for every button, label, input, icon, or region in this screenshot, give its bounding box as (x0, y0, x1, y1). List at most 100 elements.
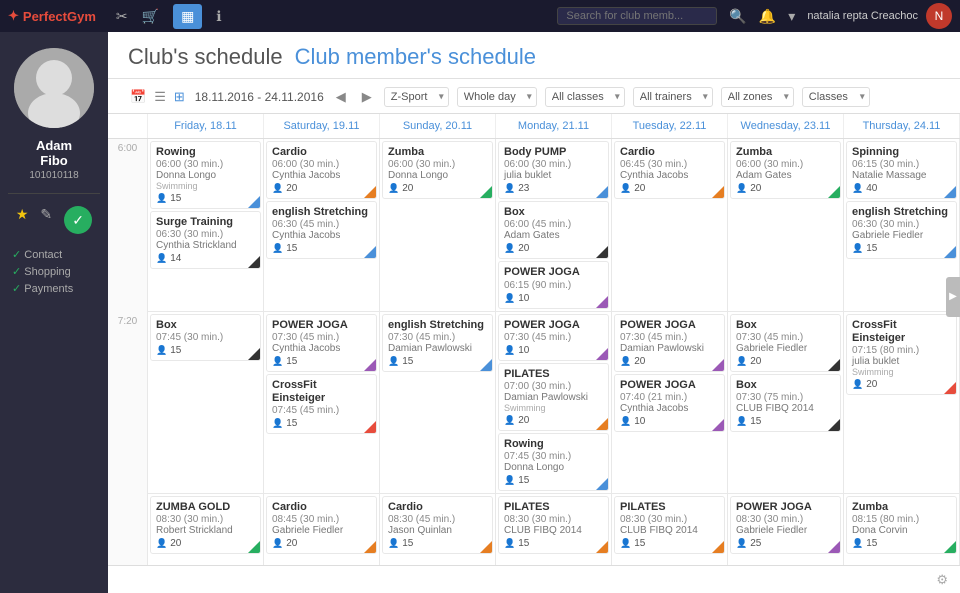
class-card[interactable]: Cardio 08:45 (30 min.) Gabriele Fiedler … (266, 496, 377, 554)
check-button[interactable]: ✓ (64, 206, 92, 234)
search-input[interactable] (557, 7, 717, 25)
day-header-tue[interactable]: Tuesday, 22.11 (612, 114, 728, 138)
class-time: 08:30 (30 min.) (504, 514, 603, 525)
class-card[interactable]: Spinning 06:15 (30 min.) Natalie Massage… (846, 141, 957, 199)
sidebar-link-contact[interactable]: Contact (12, 246, 96, 263)
trainers-filter[interactable]: All trainers (633, 87, 713, 107)
page-title: Club's schedule Club member's schedule (128, 44, 940, 70)
class-card[interactable]: Body PUMP 06:00 (30 min.) julia buklet 👤… (498, 141, 609, 199)
class-time: 06:00 (30 min.) (156, 159, 255, 170)
sidebar: AdamFibo 101010118 ★ ✎ ✓ Contact Shoppin… (0, 32, 108, 593)
zones-filter[interactable]: All zones (721, 87, 794, 107)
class-name: Box (736, 319, 835, 332)
class-card[interactable]: english Stretching 07:30 (45 min.) Damia… (382, 314, 493, 372)
class-card[interactable]: english Stretching 06:30 (45 min.) Cynth… (266, 201, 377, 259)
class-card[interactable]: CrossFit Einsteiger 07:15 (80 min.) juli… (846, 314, 957, 395)
person-icon: 👤 (852, 379, 863, 390)
class-name: Box (504, 206, 603, 219)
sport-filter[interactable]: Z-Sport (384, 87, 449, 107)
nav-info[interactable]: ℹ (216, 8, 221, 25)
person-icon: 👤 (272, 538, 283, 549)
class-spots: 👤 10 (504, 293, 603, 304)
class-card[interactable]: Rowing 07:45 (30 min.) Donna Longo 👤 15 (498, 433, 609, 491)
class-card[interactable]: Cardio 06:45 (30 min.) Cynthia Jacobs 👤 … (614, 141, 725, 199)
class-card[interactable]: Box 06:00 (45 min.) Adam Gates 👤 20 (498, 201, 609, 259)
class-card[interactable]: Rowing 06:00 (30 min.) Donna Longo Swimm… (150, 141, 261, 209)
class-name: POWER JOGA (272, 319, 371, 332)
day-header-sun[interactable]: Sunday, 20.11 (380, 114, 496, 138)
classes-filter[interactable]: All classes (545, 87, 625, 107)
calendar-view-icon[interactable]: 📅 (128, 87, 148, 107)
day-header-mon[interactable]: Monday, 21.11 (496, 114, 612, 138)
nav-scissors[interactable]: ✂ (116, 8, 128, 25)
time-header (108, 114, 148, 138)
settings-icon[interactable]: ⚙ (936, 572, 948, 588)
sidebar-link-shopping[interactable]: Shopping (12, 263, 96, 280)
class-name: Zumba (852, 501, 951, 514)
class-name: PILATES (504, 368, 603, 381)
day-header-wed[interactable]: Wednesday, 23.11 (728, 114, 844, 138)
class-card[interactable]: Box 07:30 (75 min.) CLUB FIBQ 2014 👤 15 (730, 374, 841, 432)
class-time: 07:30 (45 min.) (736, 332, 835, 343)
day-header-thu[interactable]: Thursday, 24.11 (844, 114, 960, 138)
class-card[interactable]: PILATES 07:00 (30 min.) Damian Pawlowski… (498, 363, 609, 431)
day-cell: Cardio 08:45 (30 min.) Gabriele Fiedler … (264, 494, 380, 565)
class-trainer: Jason Quinlan (388, 525, 487, 536)
class-name: Box (736, 379, 835, 392)
class-location: Swimming (504, 403, 603, 413)
view-icons: 📅 ☰ ⊞ (128, 87, 187, 107)
class-time: 06:30 (45 min.) (272, 219, 371, 230)
class-card[interactable]: Zumba 06:00 (30 min.) Donna Longo 👤 20 (382, 141, 493, 199)
bell-icon[interactable]: 🔔 (759, 8, 776, 25)
class-card[interactable]: Zumba 06:00 (30 min.) Adam Gates 👤 20 (730, 141, 841, 199)
class-card[interactable]: Surge Training 06:30 (30 min.) Cynthia S… (150, 211, 261, 269)
class-card[interactable]: POWER JOGA 08:30 (30 min.) Gabriele Fied… (730, 496, 841, 554)
classes-filter-wrap: All classes (545, 87, 625, 107)
day-header-fri[interactable]: Friday, 18.11 (148, 114, 264, 138)
class-trainer: Cynthia Strickland (156, 240, 255, 251)
class-card[interactable]: PILATES 08:30 (30 min.) CLUB FIBQ 2014 👤… (614, 496, 725, 554)
class-card[interactable]: english Stretching 06:30 (30 min.) Gabri… (846, 201, 957, 259)
nav-calendar[interactable]: ▦ (173, 4, 202, 29)
search-icon[interactable]: 🔍 (729, 8, 746, 25)
grid-view-icon[interactable]: ⊞ (172, 87, 187, 107)
class-card[interactable]: POWER JOGA 07:30 (45 min.) Cynthia Jacob… (266, 314, 377, 372)
view-filter[interactable]: Classes (802, 87, 870, 107)
class-card[interactable]: CrossFit Einsteiger 07:45 (45 min.) 👤 15 (266, 374, 377, 434)
class-trainer: julia buklet (852, 356, 951, 367)
color-indicator (596, 541, 608, 553)
color-indicator (596, 296, 608, 308)
sidebar-link-payments[interactable]: Payments (12, 280, 96, 297)
day-header-sat[interactable]: Saturday, 19.11 (264, 114, 380, 138)
class-card[interactable]: POWER JOGA 06:15 (90 min.) 👤 10 (498, 261, 609, 308)
next-week-button[interactable]: ▶ (358, 87, 376, 107)
nav-cart[interactable]: 🛒 (142, 8, 159, 25)
class-card[interactable]: Box 07:45 (30 min.) 👤 15 (150, 314, 261, 361)
class-card[interactable]: POWER JOGA 07:30 (45 min.) Damian Pawlow… (614, 314, 725, 372)
class-card[interactable]: PILATES 08:30 (30 min.) CLUB FIBQ 2014 👤… (498, 496, 609, 554)
class-card[interactable]: ZUMBA GOLD 08:30 (30 min.) Robert Strick… (150, 496, 261, 554)
class-card[interactable]: POWER JOGA 07:40 (21 min.) Cynthia Jacob… (614, 374, 725, 432)
time-filter[interactable]: Whole day (457, 87, 537, 107)
class-card[interactable]: Cardio 06:00 (30 min.) Cynthia Jacobs 👤 … (266, 141, 377, 199)
right-sidebar-toggle[interactable]: ▶ (946, 277, 960, 317)
star-icon[interactable]: ★ (16, 206, 29, 234)
class-trainer: Cynthia Jacobs (272, 343, 371, 354)
person-icon: 👤 (504, 415, 515, 426)
class-card[interactable]: Zumba 08:15 (80 min.) Dona Corvin 👤 15 (846, 496, 957, 554)
chevron-down-icon[interactable]: ▾ (788, 8, 795, 25)
prev-week-button[interactable]: ◀ (332, 87, 350, 107)
sidebar-action-icons: ★ ✎ ✓ (0, 198, 108, 242)
class-trainer: Cynthia Jacobs (620, 170, 719, 181)
day-cell: Zumba 06:00 (30 min.) Donna Longo 👤 20 (380, 139, 496, 312)
class-card[interactable]: Cardio 08:30 (45 min.) Jason Quinlan 👤 1… (382, 496, 493, 554)
day-cell: PILATES 08:30 (30 min.) CLUB FIBQ 2014 👤… (612, 494, 728, 565)
list-view-icon[interactable]: ☰ (152, 87, 168, 107)
person-icon: 👤 (852, 183, 863, 194)
class-card[interactable]: POWER JOGA 07:30 (45 min.) 👤 10 (498, 314, 609, 361)
class-card[interactable]: Box 07:30 (45 min.) Gabriele Fiedler 👤 2… (730, 314, 841, 372)
class-name: english Stretching (388, 319, 487, 332)
edit-icon[interactable]: ✎ (40, 206, 52, 234)
class-time: 08:30 (30 min.) (156, 514, 255, 525)
person-icon: 👤 (388, 538, 399, 549)
